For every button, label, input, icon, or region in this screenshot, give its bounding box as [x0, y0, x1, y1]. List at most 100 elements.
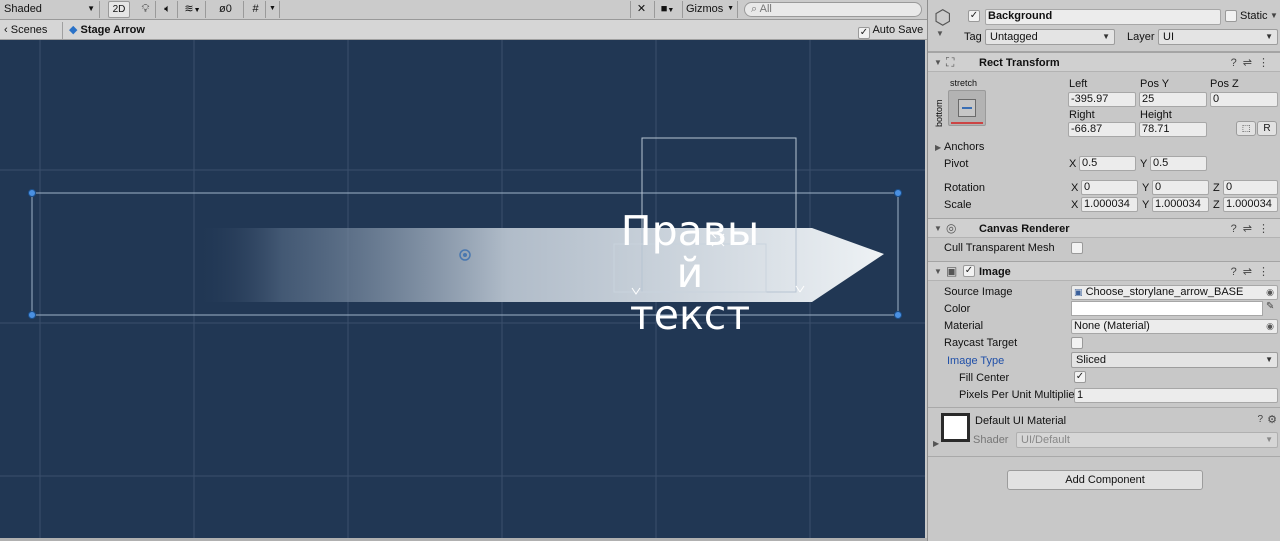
object-name-field[interactable]: Background	[985, 9, 1221, 25]
shader-dropdown[interactable]: UI/Default ▼	[1016, 432, 1278, 448]
scale-z-field[interactable]: 1.000034	[1223, 197, 1278, 212]
resize-handle-bottom-right[interactable]	[894, 311, 902, 319]
canvas-renderer-icon: ◎	[946, 221, 957, 235]
blueprint-mode-button[interactable]: ⬚	[1236, 121, 1256, 136]
posz-field[interactable]: 0	[1210, 92, 1278, 107]
right-field[interactable]: -66.87	[1068, 122, 1136, 137]
auto-save-toggle[interactable]: ✓ Auto Save	[858, 22, 923, 39]
scene-viewport[interactable]: Правы й текст	[0, 40, 925, 538]
preset-icon[interactable]: ⇌	[1243, 57, 1258, 69]
chevron-down-icon: ▼	[727, 5, 734, 12]
scene-text-element[interactable]: Правы й текст	[614, 210, 766, 336]
shader-label: Shader	[973, 434, 1009, 446]
auto-save-checkbox[interactable]: ✓	[858, 27, 870, 39]
effects-dropdown[interactable]: ≋▼	[180, 1, 206, 18]
audio-toggle-button[interactable]: 🔈︎	[158, 1, 178, 18]
component-header-icons[interactable]: ?⇌⋮	[1231, 222, 1275, 235]
scale-y-field[interactable]: 1.000034	[1152, 197, 1209, 212]
lighting-toggle-button[interactable]: 💡︎	[136, 1, 156, 18]
rot-y-field[interactable]: 0	[1152, 180, 1209, 195]
posy-field[interactable]: 25	[1139, 92, 1207, 107]
canvas-renderer-header[interactable]: ▼ ◎ Canvas Renderer ?⇌⋮	[928, 218, 1280, 238]
rot-x-field[interactable]: 0	[1081, 180, 1138, 195]
anchor-preset-button[interactable]	[948, 90, 986, 126]
source-image-field[interactable]: ▣ Choose_storylane_arrow_BASE ◉	[1071, 285, 1278, 300]
material-field[interactable]: None (Material) ◉	[1071, 319, 1278, 334]
rect-transform-icon: ⛶	[946, 55, 955, 69]
pixels-per-unit-field[interactable]: 1	[1074, 388, 1278, 403]
preset-icon[interactable]: ⇌	[1243, 223, 1258, 235]
fold-arrow-icon[interactable]: ▶	[933, 439, 939, 448]
grid-dropdown-button[interactable]: ▼	[266, 1, 280, 18]
fill-center-checkbox[interactable]: ✓	[1074, 371, 1086, 383]
cull-transparent-checkbox[interactable]	[1071, 242, 1083, 254]
help-icon[interactable]: ?	[1231, 57, 1243, 69]
gizmos-dropdown[interactable]: Gizmos ▼	[682, 1, 738, 18]
sprite-icon: ▣	[1074, 287, 1083, 297]
color-swatch[interactable]	[1071, 301, 1263, 316]
rect-transform-header[interactable]: ▼ ⛶ Rect Transform ?⇌⋮	[928, 52, 1280, 72]
raycast-target-checkbox[interactable]	[1071, 337, 1083, 349]
fold-arrow-icon[interactable]: ▶	[935, 143, 941, 152]
height-field[interactable]: 78.71	[1139, 122, 1207, 137]
tag-value: Untagged	[990, 31, 1038, 43]
gear-icon[interactable]: ⚙	[1267, 413, 1277, 426]
raw-edit-button[interactable]: R	[1257, 121, 1277, 136]
layer-dropdown[interactable]: UI ▼	[1158, 29, 1278, 45]
static-checkbox[interactable]	[1225, 10, 1237, 22]
help-icon[interactable]: ?	[1231, 266, 1243, 278]
help-icon[interactable]: ?	[1257, 414, 1263, 425]
fold-arrow-icon[interactable]: ▼	[934, 58, 942, 67]
chevron-down-icon: ▼	[87, 4, 95, 13]
component-header-icons[interactable]: ?⇌⋮	[1231, 265, 1275, 278]
image-type-dropdown[interactable]: Sliced ▼	[1071, 352, 1278, 368]
tools-button[interactable]: ✕	[630, 1, 652, 18]
resize-handle-top-right[interactable]	[894, 189, 902, 197]
active-checkbox[interactable]: ✓	[968, 10, 980, 22]
scene-search-input[interactable]: ⌕ All	[744, 2, 922, 17]
chevron-down-icon[interactable]: ▼	[1270, 11, 1278, 20]
anchors-label[interactable]: Anchors	[944, 141, 984, 153]
arrow-image[interactable]	[200, 228, 884, 302]
hidden-objects-button[interactable]: ø0	[216, 1, 244, 18]
component-header-icons[interactable]: ?⇌⋮	[1231, 56, 1275, 69]
2d-toggle-label: 2D	[112, 4, 126, 15]
breadcrumb-stage-arrow[interactable]: ◆ Stage Arrow	[62, 22, 145, 39]
tag-dropdown[interactable]: Untagged ▼	[985, 29, 1115, 45]
object-picker-icon[interactable]: ◉	[1266, 286, 1274, 299]
more-options-icon[interactable]: ⋮	[1258, 223, 1275, 235]
inspector-panel: ⬡ ▼ ✓ Background Static ▼ Tag Untagged ▼ …	[927, 0, 1280, 541]
grid-toggle-button[interactable]: #	[246, 1, 266, 18]
fold-arrow-icon[interactable]: ▼	[934, 224, 942, 233]
right-label: Right	[1069, 109, 1095, 121]
resize-handle-bottom-left[interactable]	[28, 311, 36, 319]
search-icon: ⌕	[751, 3, 758, 15]
preset-icon[interactable]: ⇌	[1243, 266, 1258, 278]
shading-mode-dropdown[interactable]: Shaded ▼	[2, 1, 100, 18]
anchor-bottom-indicator	[951, 122, 983, 124]
image-enabled-checkbox[interactable]: ✓	[963, 265, 975, 277]
image-header[interactable]: ▼ ▣ ✓ Image ?⇌⋮	[928, 261, 1280, 281]
eyedropper-icon[interactable]: ✎	[1266, 301, 1274, 312]
left-field[interactable]: -395.97	[1068, 92, 1136, 107]
resize-handle-top-left[interactable]	[28, 189, 36, 197]
scenes-label: Scenes	[10, 24, 48, 36]
help-icon[interactable]: ?	[1231, 223, 1243, 235]
2d-toggle-button[interactable]: 2D	[108, 1, 130, 18]
pivot-y-field[interactable]: 0.5	[1150, 156, 1207, 171]
tools-icon: ✕	[636, 3, 647, 15]
scale-x-field[interactable]: 1.000034	[1081, 197, 1138, 212]
more-options-icon[interactable]: ⋮	[1258, 57, 1275, 69]
object-picker-icon[interactable]: ◉	[1266, 320, 1274, 333]
rot-z-field[interactable]: 0	[1223, 180, 1278, 195]
fold-arrow-icon[interactable]: ▼	[934, 267, 942, 276]
scenes-back-button[interactable]: ‹ Scenes	[4, 22, 47, 39]
scene-panel: Shaded ▼ 2D 💡︎ 🔈︎ ≋▼ ø0 # ▼ ✕ ■▼ Gizmos …	[0, 0, 927, 541]
posy-label: Pos Y	[1140, 78, 1170, 90]
pivot-center	[463, 253, 467, 257]
camera-dropdown[interactable]: ■▼	[654, 1, 680, 18]
pivot-x-field[interactable]: 0.5	[1079, 156, 1136, 171]
add-component-button[interactable]: Add Component	[1007, 470, 1203, 490]
more-options-icon[interactable]: ⋮	[1258, 266, 1275, 278]
chevron-down-icon[interactable]: ▼	[936, 29, 944, 38]
